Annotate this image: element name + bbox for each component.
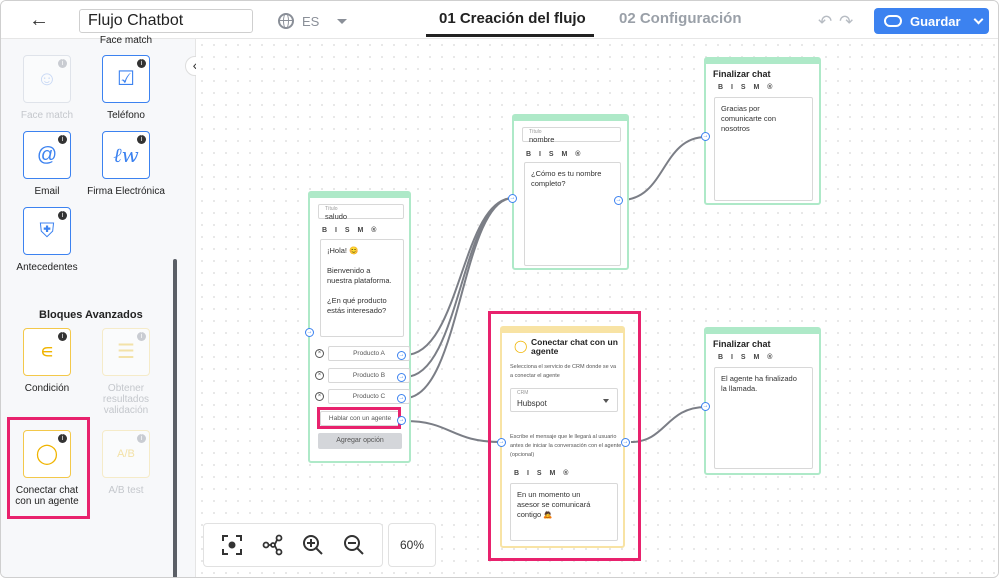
output-port-icon[interactable]: → (614, 196, 623, 205)
block-label: Antecedentes (16, 262, 78, 273)
remove-option-icon[interactable]: × (315, 349, 324, 358)
add-option-button[interactable]: Agregar opción (318, 433, 402, 449)
phone-icon: ☑ (117, 68, 135, 90)
list-icon: ☰ (117, 341, 135, 363)
highlight-box (317, 407, 401, 429)
format-toolbar[interactable]: B I S M ® (322, 227, 379, 234)
input-port-icon[interactable]: → (701, 402, 710, 411)
info-icon[interactable]: i (137, 135, 146, 144)
shield-icon: ⛨ (39, 220, 55, 242)
active-tab-indicator (426, 34, 594, 37)
save-label: Guardar (910, 13, 961, 29)
node-finalizar-chat-1[interactable]: Finalizar chat B I S M ® Gracias por com… (704, 57, 821, 205)
field-value: saludo (325, 212, 348, 221)
block-label: Obtener resultados validación (102, 383, 150, 416)
flow-name-input[interactable]: Flujo Chatbot (79, 9, 253, 33)
info-icon[interactable]: i (58, 211, 67, 220)
top-bar: ← Flujo Chatbot ES 01 Creación del flujo… (1, 1, 998, 39)
output-port-icon[interactable]: → (397, 351, 406, 360)
node-nombre[interactable]: Título nombre B I S M ® ¿Cómo es tu nomb… (512, 114, 629, 270)
info-icon[interactable]: i (58, 332, 67, 341)
field-value: nombre (529, 135, 555, 144)
zoom-level[interactable]: 60% (388, 523, 436, 567)
chevron-down-icon (337, 18, 348, 24)
block-condicion[interactable]: i ∊ (23, 328, 71, 376)
sidebar-top-label: Face match (99, 35, 153, 46)
language-label: ES (302, 13, 320, 29)
remove-option-icon[interactable]: × (315, 392, 324, 401)
highlight-box (7, 417, 90, 519)
redo-icon[interactable]: ↷ (839, 12, 853, 32)
info-icon[interactable]: i (137, 59, 146, 68)
input-port-icon[interactable]: → (305, 328, 314, 337)
zoom-out-icon[interactable] (341, 532, 367, 558)
cloud-upload-icon (884, 15, 902, 27)
canvas-toolbar (203, 523, 383, 567)
block-label: A/B test (108, 485, 144, 496)
output-port-icon[interactable]: → (397, 394, 406, 403)
message-textarea[interactable]: El agente ha finalizado la llamada. (714, 367, 813, 469)
block-email[interactable]: i @ (23, 131, 71, 179)
block-label: Face match (20, 110, 74, 121)
face-icon: ☺ (36, 68, 58, 90)
info-icon[interactable]: i (58, 135, 67, 144)
message-textarea[interactable]: ¿Cómo es tu nombre completo? (524, 162, 621, 266)
block-telefono[interactable]: i ☑ (102, 55, 150, 103)
node-title: Finalizar chat (713, 69, 771, 79)
globe-icon (278, 13, 294, 29)
node-finalizar-chat-2[interactable]: Finalizar chat B I S M ® El agente ha fi… (704, 327, 821, 475)
share-icon[interactable] (260, 532, 286, 558)
block-ab-test[interactable]: i A/B (102, 430, 150, 478)
format-toolbar[interactable]: B I S M ® (526, 151, 583, 158)
back-arrow-icon[interactable]: ← (29, 10, 49, 31)
chevron-down-icon (973, 14, 984, 24)
block-antecedentes[interactable]: i ⛨ (23, 207, 71, 255)
title-field[interactable]: Título saludo (318, 204, 404, 221)
remove-option-icon[interactable]: × (315, 371, 324, 380)
input-port-icon[interactable]: → (508, 194, 517, 203)
title-field[interactable]: Título nombre (522, 127, 621, 144)
highlight-box (488, 311, 641, 561)
advanced-section-title: Bloques Avanzados (39, 309, 143, 321)
block-label: Condición (24, 383, 70, 394)
zoom-in-icon[interactable] (300, 532, 326, 558)
focus-icon[interactable] (219, 532, 245, 558)
format-toolbar[interactable]: B I S M ® (718, 354, 775, 361)
message-textarea[interactable]: Gracias por comunicarte con nosotros (714, 97, 813, 201)
sidebar-scrollbar[interactable] (173, 259, 177, 577)
undo-icon[interactable]: ↶ (818, 12, 832, 32)
node-title: Finalizar chat (713, 339, 771, 349)
save-button[interactable]: Guardar (874, 8, 989, 34)
input-port-icon[interactable]: → (701, 132, 710, 141)
signature-icon: ℓw (113, 143, 139, 167)
block-firma[interactable]: i ℓw (102, 131, 150, 179)
ab-icon: A/B (117, 447, 135, 460)
output-port-icon[interactable]: → (397, 373, 406, 382)
language-selector[interactable]: ES (278, 11, 348, 31)
info-icon[interactable]: i (137, 332, 146, 341)
tab-creacion[interactable]: 01 Creación del flujo (439, 10, 586, 27)
tab-configuracion[interactable]: 02 Configuración (619, 10, 742, 27)
block-label: Email (34, 186, 60, 197)
message-textarea[interactable]: ¡Hola! 😊 Bienvenido a nuestra plataforma… (320, 239, 404, 337)
format-toolbar[interactable]: B I S M ® (718, 84, 775, 91)
branch-icon: ∊ (39, 341, 55, 363)
at-icon: @ (36, 144, 58, 166)
input-port-icon[interactable]: → (497, 438, 506, 447)
app-window: ← Flujo Chatbot ES 01 Creación del flujo… (0, 0, 999, 578)
block-label: Teléfono (107, 110, 145, 121)
output-port-icon[interactable]: → (397, 416, 406, 425)
block-label: Firma Electrónica (87, 186, 165, 197)
info-icon[interactable]: i (137, 434, 146, 443)
info-icon[interactable]: i (58, 59, 67, 68)
block-obtener-resultados[interactable]: i ☰ (102, 328, 150, 376)
output-port-icon[interactable]: → (621, 438, 630, 447)
block-face-match[interactable]: i ☺ (23, 55, 71, 103)
